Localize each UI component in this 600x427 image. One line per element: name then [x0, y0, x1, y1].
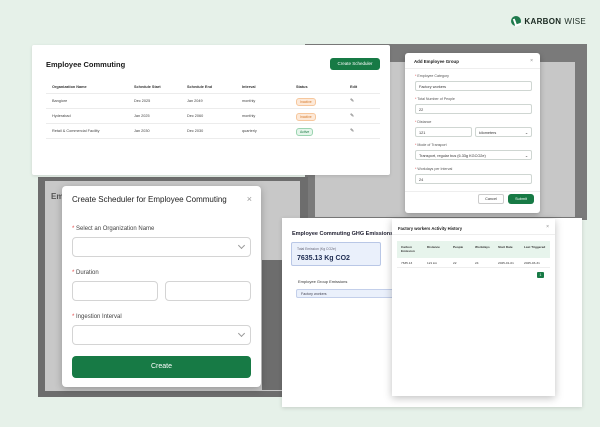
table-header: Carbon Emission Distance People Workdays…: [397, 241, 550, 258]
duration-start-input[interactable]: [72, 281, 158, 301]
scheduler-table: Organization Name Schedule Start Schedul…: [46, 80, 380, 139]
close-icon[interactable]: ×: [530, 58, 533, 64]
column-header: Schedule End: [187, 85, 213, 89]
brand-name-light: WISE: [564, 16, 586, 26]
category-input[interactable]: Factory workers: [415, 81, 532, 91]
page-title: Employee Commuting: [46, 60, 126, 69]
column-header: Interval: [242, 85, 256, 89]
status-badge: Active: [296, 128, 314, 136]
group-emissions-title: Employee Group Emissions: [298, 279, 348, 284]
create-scheduler-button[interactable]: Create Scheduler: [330, 58, 380, 70]
table-row: 7635.13 121 km 22 24 2025-01-01 2025-03-…: [397, 258, 550, 268]
column-header: Status: [296, 85, 308, 89]
start-cell: Dec 2025: [134, 99, 151, 103]
panel-title: Employee Commuting GHG Emissions: [292, 231, 394, 237]
category-label: * Employee Category: [415, 74, 449, 78]
column-header: Start Date: [498, 245, 513, 249]
start-date-cell: 2025-01-01: [498, 261, 514, 265]
edit-pencil-icon[interactable]: ✎: [350, 113, 354, 119]
add-employee-group-modal: Add Employee Group × * Employee Category…: [405, 53, 540, 213]
org-name-label: * Select an Organization Name: [72, 226, 155, 232]
distance-input[interactable]: 121: [415, 127, 472, 137]
column-header: Schedule Start: [134, 85, 161, 89]
activity-history-modal: Factory workers Activity History × Carbo…: [392, 219, 555, 396]
history-table: Carbon Emission Distance People Workdays…: [397, 241, 550, 268]
table-row: Retail & Commercial Facility Jan 2030 De…: [46, 124, 380, 139]
group-list-item[interactable]: Factory workers: [296, 289, 394, 298]
people-cell: 22: [453, 261, 457, 265]
card-value: 7635.13 Kg CO2: [297, 255, 350, 262]
divider: [405, 68, 540, 69]
column-header: Carbon Emission: [401, 245, 415, 253]
column-header: Workdays: [475, 245, 490, 249]
chevron-down-icon: [237, 329, 246, 338]
column-header: People: [453, 245, 464, 249]
modal-title: Factory workers Activity History: [398, 226, 463, 231]
start-cell: Jan 2025: [134, 114, 150, 118]
distance-label: * Distance: [415, 120, 432, 124]
edit-pencil-icon[interactable]: ✎: [350, 98, 354, 104]
modal-title: Create Scheduler for Employee Commuting: [72, 195, 227, 204]
total-emission-card: Total Emission (Kg CO2e) 7635.13 Kg CO2: [291, 242, 381, 266]
workdays-input[interactable]: 24: [415, 174, 532, 184]
divider: [392, 234, 555, 235]
chevron-down-icon: ⌄: [524, 131, 528, 135]
modal-title: Add Employee Group: [414, 59, 459, 64]
close-icon[interactable]: ×: [247, 194, 252, 204]
column-header: Edit: [350, 85, 358, 89]
pagination-page-button[interactable]: 1: [537, 272, 544, 278]
table-row: Hyderabad Jan 2025 Dec 2060 monthly Inac…: [46, 109, 380, 124]
chevron-down-icon: [237, 241, 246, 250]
org-name-select[interactable]: [72, 237, 251, 257]
transport-select[interactable]: Transport, regular bus (6.33g KGCO2e) ⌄: [415, 150, 532, 160]
interval-cell: monthly: [242, 114, 256, 118]
duration-end-input[interactable]: [165, 281, 251, 301]
duration-label: * Duration: [72, 270, 99, 276]
people-input[interactable]: 22: [415, 104, 532, 114]
karbonwise-logo-icon: [511, 16, 522, 26]
create-button[interactable]: Create: [72, 356, 251, 378]
column-header: Last Triggered: [524, 245, 546, 249]
edit-pencil-icon[interactable]: ✎: [350, 128, 354, 134]
divider: [405, 191, 540, 192]
end-cell: Jan 2049: [187, 99, 203, 103]
close-icon[interactable]: ×: [546, 224, 549, 230]
interval-label: * Ingestion Interval: [72, 314, 122, 320]
status-badge: Inactive: [296, 98, 316, 106]
distance-cell: 121 km: [427, 261, 438, 265]
start-cell: Jan 2030: [134, 129, 150, 133]
end-cell: Dec 2030: [187, 129, 204, 133]
chevron-down-icon: ⌄: [524, 154, 528, 158]
emission-cell: 7635.13: [401, 261, 413, 265]
table-row: Bangiore Dec 2025 Jan 2049 monthly Inact…: [46, 94, 380, 109]
column-header: Organization Name: [52, 85, 87, 89]
interval-select[interactable]: [72, 325, 251, 345]
brand-logo: KARBON WISE: [511, 16, 586, 26]
column-header: Distance: [427, 245, 440, 249]
card-label: Total Emission (Kg CO2e): [297, 247, 337, 251]
transport-label: * Mode of Transport: [415, 143, 447, 147]
end-cell: Dec 2060: [187, 114, 204, 118]
submit-button[interactable]: Submit: [508, 194, 534, 204]
org-name-cell: Retail & Commercial Facility: [52, 129, 100, 133]
cancel-button[interactable]: Cancel: [478, 194, 504, 204]
interval-cell: monthly: [242, 99, 256, 103]
org-name-cell: Bangiore: [52, 99, 68, 103]
create-scheduler-modal: Create Scheduler for Employee Commuting …: [62, 186, 261, 387]
last-triggered-cell: 2025-03-31: [524, 261, 540, 265]
table-header: Organization Name Schedule Start Schedul…: [46, 80, 380, 94]
org-name-cell: Hyderabad: [52, 114, 71, 118]
brand-name-bold: KARBON: [524, 16, 562, 26]
workdays-cell: 24: [475, 261, 479, 265]
people-label: * Total Number of People: [415, 97, 455, 101]
interval-cell: quarterly: [242, 129, 257, 133]
workdays-label: * Workdays per Interval: [415, 167, 453, 171]
employee-commuting-panel: Employee Commuting Create Scheduler Orga…: [32, 45, 390, 175]
distance-unit-select[interactable]: kilometers ⌄: [475, 127, 532, 137]
status-badge: Inactive: [296, 113, 316, 121]
